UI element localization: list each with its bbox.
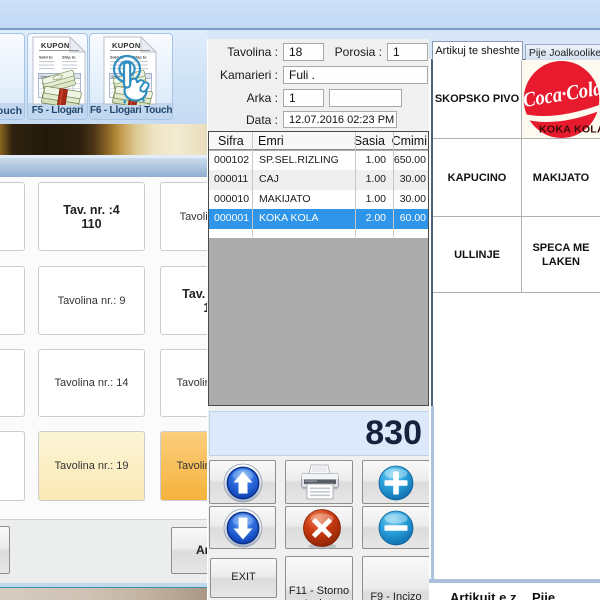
svg-text:KUPON: KUPON bbox=[41, 41, 70, 50]
svg-text:KUPON: KUPON bbox=[112, 41, 141, 50]
svg-text:KOKA KOLA: KOKA KOLA bbox=[539, 124, 600, 136]
svg-text:Sold to: Sold to bbox=[39, 55, 53, 60]
svg-text:Ship to: Ship to bbox=[62, 55, 76, 60]
